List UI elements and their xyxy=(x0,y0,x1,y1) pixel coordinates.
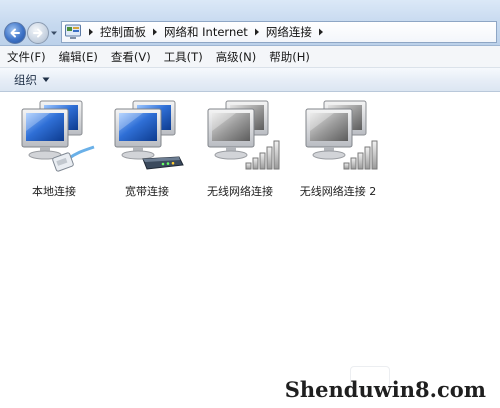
organize-button[interactable]: 组织 xyxy=(14,72,50,88)
chevron-down-icon xyxy=(42,77,50,82)
menu-advanced[interactable]: 高级(N) xyxy=(209,49,263,65)
organize-label: 组织 xyxy=(14,72,37,87)
back-button[interactable] xyxy=(4,22,26,44)
connection-label: 无线网络连接 2 xyxy=(299,185,377,198)
wireless-connection-icon xyxy=(207,100,280,170)
control-panel-icon xyxy=(65,24,81,39)
menu-bar: 文件(F) 编辑(E) 查看(V) 工具(T) 高级(N) 帮助(H) xyxy=(0,46,500,68)
forward-button[interactable] xyxy=(27,22,49,44)
menu-help[interactable]: 帮助(H) xyxy=(262,49,316,65)
chevron-right-icon[interactable] xyxy=(251,26,263,38)
breadcrumb[interactable]: 控制面板 网络和 Internet 网络连接 xyxy=(61,21,497,43)
chevron-right-icon[interactable] xyxy=(85,26,97,38)
breadcrumb-item-network-connections[interactable]: 网络连接 xyxy=(266,24,312,40)
arrow-right-icon xyxy=(33,28,43,38)
lan-connection-icon xyxy=(21,100,95,172)
menu-edit[interactable]: 编辑(E) xyxy=(52,49,104,65)
connection-item-wireless-2[interactable]: 无线网络连接 2 xyxy=(290,97,386,199)
menu-file[interactable]: 文件(F) xyxy=(0,49,52,65)
watermark: Shenduwin8.com xyxy=(284,377,486,402)
breadcrumb-item-network-internet[interactable]: 网络和 Internet xyxy=(164,24,248,40)
chevron-right-icon[interactable] xyxy=(315,26,327,38)
breadcrumb-item-control-panel[interactable]: 控制面板 xyxy=(100,24,146,40)
connection-label: 宽带连接 xyxy=(125,185,169,198)
menu-view[interactable]: 查看(V) xyxy=(104,49,157,65)
wireless-connection-icon xyxy=(305,100,378,170)
connection-label: 无线网络连接 xyxy=(207,185,273,198)
broadband-connection-icon xyxy=(114,100,184,170)
chevron-right-icon[interactable] xyxy=(149,26,161,38)
address-bar: 控制面板 网络和 Internet 网络连接 xyxy=(0,0,500,46)
history-dropdown-icon[interactable] xyxy=(50,29,58,37)
connection-item-wireless[interactable]: 无线网络连接 xyxy=(192,97,288,199)
connection-item-broadband[interactable]: 宽带连接 xyxy=(99,97,195,199)
connection-label: 本地连接 xyxy=(32,185,76,198)
arrow-left-icon xyxy=(10,28,20,38)
connections-view: 本地连接 宽带连接 无线网络连接 无线网络连接 2 Shenduwin8.com xyxy=(0,93,500,408)
connection-item-local[interactable]: 本地连接 xyxy=(6,97,102,199)
command-bar: 组织 xyxy=(0,68,500,92)
menu-tools[interactable]: 工具(T) xyxy=(157,49,209,65)
